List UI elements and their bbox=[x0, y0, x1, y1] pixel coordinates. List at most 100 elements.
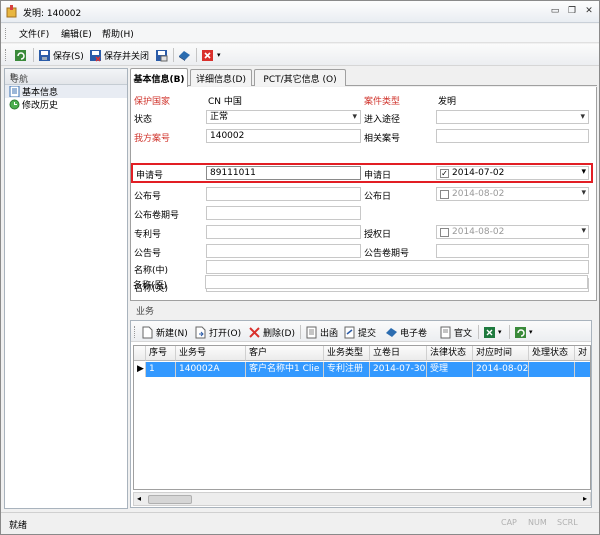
menu-grip bbox=[5, 28, 8, 39]
app-no-label: 申请号 bbox=[136, 171, 164, 181]
nav-header: 导航 ᵽ bbox=[5, 69, 127, 85]
refresh-business-button[interactable]: ▾ bbox=[514, 325, 533, 339]
outgoing-letter-button[interactable]: 出函 bbox=[305, 325, 338, 339]
status-text: 就绪 bbox=[9, 521, 28, 531]
dropdown-arrow-icon[interactable]: ▾ bbox=[581, 226, 586, 236]
patent-no-input[interactable] bbox=[206, 225, 361, 239]
save-as-icon bbox=[156, 49, 168, 61]
nav-item-history[interactable]: 修改历史 bbox=[5, 98, 127, 111]
related-input[interactable] bbox=[436, 129, 589, 143]
app-date-value: 2014-07-02 bbox=[452, 168, 505, 178]
business-panel: 新建(N) 打开(O) 删除(D) 出函 提交 电子卷 官文 ▾ ▾ 序号 业务… bbox=[130, 320, 592, 508]
name-cn-input[interactable] bbox=[206, 260, 589, 274]
app-no-input[interactable]: 89111011 bbox=[206, 166, 361, 180]
tab-basic-info[interactable]: 基本信息(B) bbox=[130, 68, 188, 87]
name-cn-label: 名称(中) bbox=[134, 266, 169, 276]
pub-vol-input[interactable] bbox=[206, 206, 361, 220]
case-type-value: 发明 bbox=[438, 97, 457, 107]
related-label: 相关案号 bbox=[364, 134, 401, 144]
grant-date-picker[interactable]: 2014-08-02 ▾ bbox=[436, 225, 589, 239]
app-date-checkbox[interactable]: ✓ bbox=[440, 168, 449, 178]
open-icon bbox=[195, 326, 206, 338]
tab-pct-info[interactable]: PCT/其它信息 (O) bbox=[254, 69, 346, 86]
letter-icon bbox=[306, 326, 317, 338]
main-content: 基本信息(B) 详细信息(D) PCT/其它信息 (O) 保护国家 CN 中国 … bbox=[130, 66, 597, 509]
menu-file[interactable]: 文件(F) bbox=[19, 27, 49, 40]
refresh-button[interactable] bbox=[14, 48, 29, 62]
our-ref-input[interactable]: 140002 bbox=[206, 129, 361, 143]
case-type-label: 案件类型 bbox=[364, 97, 401, 107]
entry-select[interactable] bbox=[436, 110, 589, 124]
scroll-left-icon[interactable]: ◂ bbox=[137, 494, 141, 503]
save-close-icon bbox=[90, 49, 101, 62]
pub-no-label: 公布号 bbox=[134, 192, 162, 202]
pub-vol-label: 公布卷期号 bbox=[134, 211, 180, 221]
delete-button[interactable] bbox=[201, 48, 216, 62]
table-row[interactable]: ▶ 1 140002A 客户名称中1 Clie 专利注册 2014-07-30 … bbox=[134, 362, 590, 377]
efile-business-button[interactable]: 电子卷 bbox=[385, 325, 427, 339]
ann-no-input[interactable] bbox=[206, 244, 361, 258]
our-ref-label: 我方案号 bbox=[134, 134, 171, 144]
pub-date-value: 2014-08-02 bbox=[452, 189, 505, 199]
tab-strip: 基本信息(B) 详细信息(D) PCT/其它信息 (O) bbox=[130, 68, 597, 87]
pub-date-picker[interactable]: 2014-08-02 ▾ bbox=[436, 187, 589, 201]
navigation-pane: 导航 ᵽ 基本信息 修改历史 bbox=[4, 68, 128, 509]
col-due-time-header[interactable]: 对应时间 bbox=[473, 346, 529, 361]
app-date-picker[interactable]: ✓ 2014-07-02 ▾ bbox=[436, 166, 589, 180]
official-doc-button[interactable]: 官文 bbox=[439, 325, 472, 339]
new-business-button[interactable]: 新建(N) bbox=[141, 325, 188, 339]
col-biz-no-header[interactable]: 业务号 bbox=[176, 346, 246, 361]
country-value: CN 中国 bbox=[208, 97, 242, 107]
save-as-button[interactable] bbox=[155, 48, 170, 62]
excel-export-button[interactable]: ▾ bbox=[483, 325, 502, 339]
document-icon bbox=[440, 326, 451, 338]
main-window: 发明: 140002 ▭ ❐ ✕ 文件(F) 编辑(E) 帮助(H) 保存(S)… bbox=[0, 0, 600, 535]
country-label: 保护国家 bbox=[134, 97, 171, 107]
col-more-header[interactable]: 对 bbox=[575, 346, 590, 361]
grant-date-label: 授权日 bbox=[364, 230, 392, 240]
pub-date-label: 公布日 bbox=[364, 192, 392, 202]
grid-header-row: 序号 业务号 客户 业务类型 立卷日 法律状态 对应时间 处理状态 对 bbox=[134, 346, 590, 361]
scroll-right-icon[interactable]: ▸ bbox=[583, 494, 587, 503]
restore-icon[interactable]: ❐ bbox=[566, 6, 578, 17]
col-filing-date-header[interactable]: 立卷日 bbox=[370, 346, 427, 361]
status-bar: 就绪 CAP NUM SCRL bbox=[1, 512, 599, 534]
caps-indicator: CAP bbox=[501, 518, 517, 527]
pub-no-input[interactable] bbox=[206, 187, 361, 201]
col-process-status-header[interactable]: 处理状态 bbox=[529, 346, 575, 361]
nav-item-basic-info[interactable]: 基本信息 bbox=[5, 85, 127, 98]
status-select[interactable]: 正常 bbox=[206, 110, 361, 124]
menu-help[interactable]: 帮助(H) bbox=[102, 27, 134, 40]
pin-icon[interactable]: ᵽ bbox=[10, 71, 122, 81]
name-orig-input[interactable] bbox=[205, 275, 588, 289]
entry-label: 进入途径 bbox=[364, 115, 401, 125]
tab-detail-info[interactable]: 详细信息(D) bbox=[190, 69, 252, 86]
open-business-button[interactable]: 打开(O) bbox=[194, 325, 241, 339]
close-icon[interactable]: ✕ bbox=[583, 6, 595, 17]
save-button[interactable]: 保存(S) bbox=[38, 48, 84, 62]
toolbar-overflow-icon[interactable]: ▾ bbox=[217, 48, 221, 62]
history-icon bbox=[9, 99, 20, 110]
minimize-icon[interactable]: ▭ bbox=[549, 6, 561, 17]
col-type-header[interactable]: 业务类型 bbox=[324, 346, 370, 361]
submit-button[interactable]: 提交 bbox=[343, 325, 376, 339]
col-legal-status-header[interactable]: 法律状态 bbox=[427, 346, 473, 361]
save-close-button[interactable]: 保存并关闭 bbox=[89, 48, 149, 62]
horizontal-scrollbar[interactable]: ◂ ▸ bbox=[133, 492, 591, 506]
pub-date-checkbox[interactable] bbox=[440, 189, 449, 199]
status-label: 状态 bbox=[134, 115, 153, 125]
col-client-header[interactable]: 客户 bbox=[246, 346, 324, 361]
grant-date-checkbox[interactable] bbox=[440, 227, 449, 237]
scroll-thumb[interactable] bbox=[148, 495, 192, 504]
ann-vol-input[interactable] bbox=[436, 244, 589, 258]
col-seq-header[interactable]: 序号 bbox=[146, 346, 176, 361]
menu-bar: 文件(F) 编辑(E) 帮助(H) bbox=[1, 24, 599, 43]
refresh-icon bbox=[15, 49, 26, 61]
efile-button[interactable] bbox=[178, 48, 193, 62]
menu-edit[interactable]: 编辑(E) bbox=[61, 27, 92, 40]
delete-business-button[interactable]: 删除(D) bbox=[248, 325, 295, 339]
window-title: 发明: 140002 bbox=[23, 9, 82, 19]
dropdown-arrow-icon[interactable]: ▾ bbox=[581, 167, 586, 177]
business-section-title: 业务 bbox=[136, 307, 155, 317]
dropdown-arrow-icon[interactable]: ▾ bbox=[581, 188, 586, 198]
